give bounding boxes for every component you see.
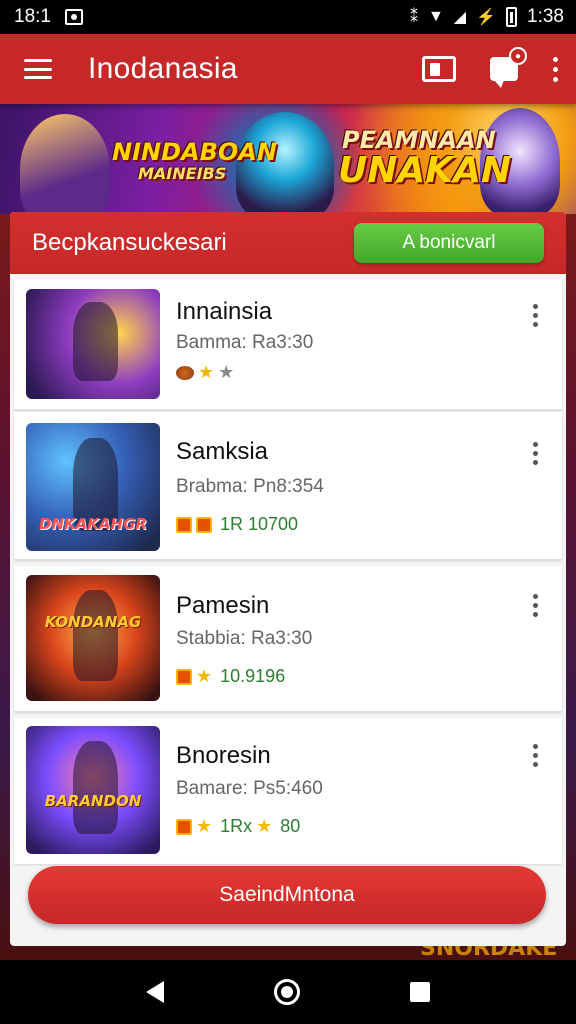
item-overflow-menu-icon[interactable]: [532, 304, 538, 327]
back-icon[interactable]: [146, 981, 164, 1003]
game-meta-value: 10.9196: [220, 666, 286, 686]
screenshot-notification-icon: [64, 9, 83, 25]
signal-icon: ◢: [453, 9, 467, 26]
gift-icon: [196, 516, 212, 533]
banner-left-title: NINDABOAN: [112, 138, 277, 166]
home-icon[interactable]: [274, 979, 300, 1005]
item-overflow-menu-icon[interactable]: [532, 594, 538, 617]
game-subtitle: Brabma: Pn8:354: [176, 476, 324, 497]
app-bar: Inodanasia ●: [0, 34, 576, 104]
game-meta-value: 80: [280, 816, 301, 836]
status-bar: 18:1 ⁑ ▼ ◢ ⚡ 1:38: [0, 0, 576, 34]
game-meta: ★ 10.9196: [176, 666, 285, 687]
game-meta: ★ 1Rx ★ 80: [176, 816, 300, 837]
game-thumbnail-logo: KONDANAG: [44, 613, 142, 631]
item-overflow-menu-icon[interactable]: [532, 744, 538, 767]
game-thumbnail: [26, 289, 160, 399]
star-outline-icon: ★: [218, 362, 235, 382]
banner-left-subtitle: MAINEIBS: [138, 164, 227, 183]
panel-header: Becpkansuckesari A bonicvarl: [10, 212, 566, 274]
game-title: Samksia: [176, 438, 269, 465]
wifi-icon: ▼: [427, 8, 444, 25]
recent-apps-icon[interactable]: [410, 982, 430, 1002]
game-list-item[interactable]: DNKAKAHGR Samksia Brabma: Pn8:354 1R 107…: [14, 412, 562, 560]
primary-action-button[interactable]: SaeindMntona: [28, 866, 546, 924]
status-time-right: 1:38: [527, 6, 564, 27]
gift-icon: [176, 668, 192, 685]
game-list-item[interactable]: KONDANAG Pamesin Stabbia: Ra3:30 ★ 10.91…: [14, 566, 562, 712]
game-thumbnail: DNKAKAHGR: [26, 423, 160, 551]
charging-icon: ⚡: [476, 9, 497, 26]
system-nav-bar: [0, 960, 576, 1024]
game-thumbnail: BARANDON: [26, 726, 160, 854]
game-list-item[interactable]: BARANDON Bnoresin Bamare: Ps5:460 ★ 1Rx …: [14, 718, 562, 864]
star-icon: ★: [256, 816, 273, 836]
menu-icon[interactable]: [24, 59, 52, 79]
notification-badge-icon: ●: [509, 47, 527, 65]
game-title: Bnoresin: [176, 742, 271, 769]
game-meta-mid: 1Rx: [220, 816, 253, 836]
game-meta: 1R 10700: [176, 514, 298, 535]
game-subtitle: Bamma: Ra3:30: [176, 332, 314, 353]
star-icon: ★: [198, 362, 215, 382]
panel-title: Becpkansuckesari: [32, 229, 227, 256]
game-title: Pamesin: [176, 592, 270, 619]
banner-right-subtitle: UNAKAN: [338, 150, 512, 191]
star-icon: ★: [196, 666, 213, 686]
app-title: Inodanasia: [88, 52, 238, 85]
vibrate-icon: ⁑: [409, 9, 418, 26]
game-title: Innainsia: [176, 298, 273, 325]
banner-hero-left-image: [20, 114, 110, 214]
item-overflow-menu-icon[interactable]: [532, 442, 538, 465]
game-meta-value: 1R 10700: [220, 514, 299, 534]
messages-icon[interactable]: ●: [490, 47, 527, 88]
battery-icon: [506, 7, 518, 27]
coin-icon: [176, 365, 194, 380]
game-list-item[interactable]: Innainsia Bamma: Ra3:30 ★ ★: [14, 278, 562, 410]
star-icon: ★: [196, 816, 213, 836]
game-subtitle: Bamare: Ps5:460: [176, 778, 323, 799]
game-subtitle: Stabbia: Ra3:30: [176, 628, 313, 649]
game-list-panel: Becpkansuckesari A bonicvarl Innainsia B…: [10, 212, 566, 946]
game-thumbnail-logo: DNKAKAHGR: [39, 515, 147, 533]
game-thumbnail-logo: BARANDON: [44, 792, 142, 810]
panel-action-button[interactable]: A bonicvarl: [354, 223, 544, 263]
game-thumbnail: KONDANAG: [26, 575, 160, 701]
overflow-menu-icon[interactable]: [552, 56, 558, 82]
gift-icon: [176, 818, 192, 835]
promo-banner[interactable]: NINDABOAN MAINEIBS PEAMNAAN UNAKAN: [0, 104, 576, 214]
cast-icon[interactable]: [422, 56, 456, 82]
gift-icon: [176, 516, 192, 533]
status-time-left: 18:1: [14, 6, 51, 27]
game-meta: ★ ★: [176, 362, 234, 383]
